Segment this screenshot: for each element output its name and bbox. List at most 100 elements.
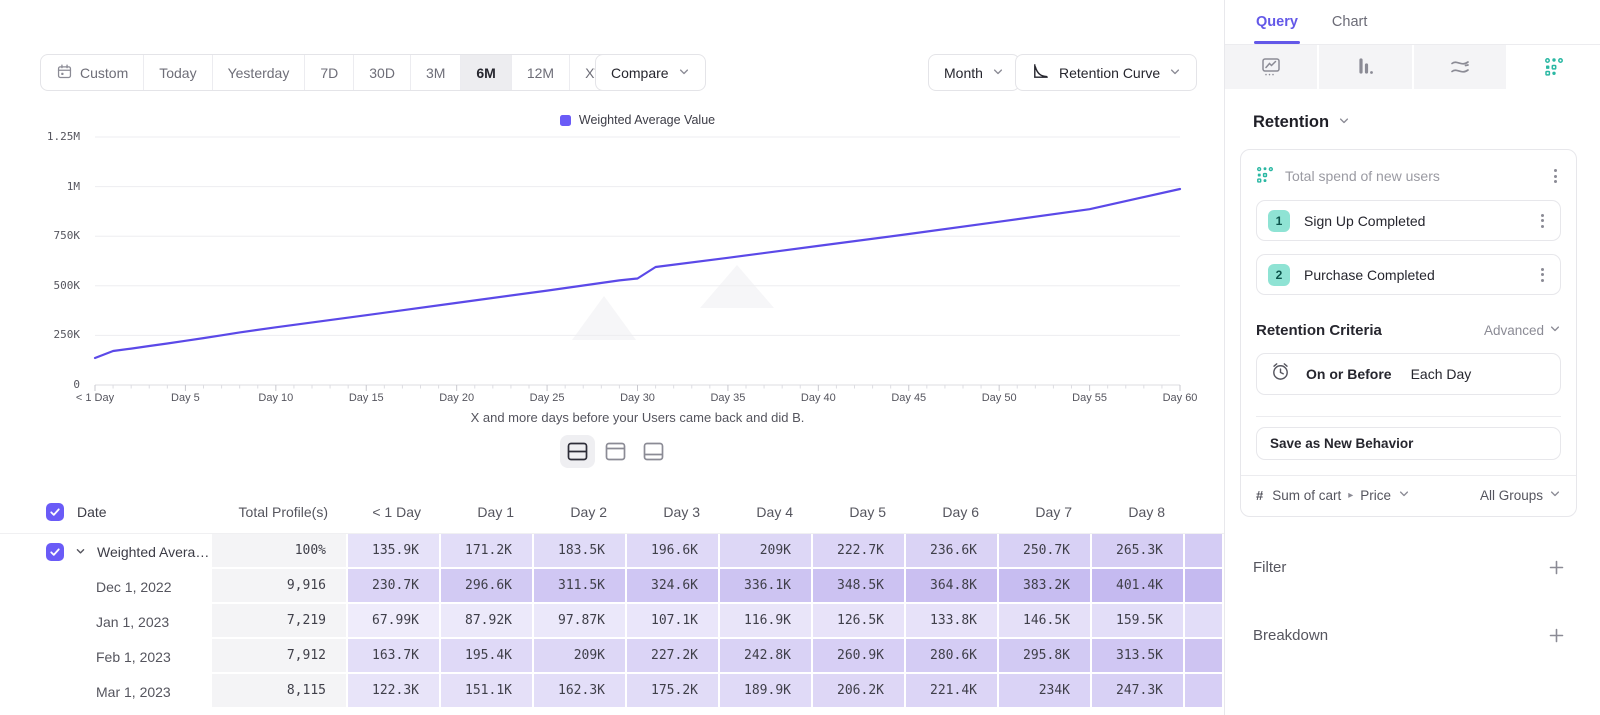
- measure-dropdown[interactable]: Sum of cart ▸ Price: [1272, 488, 1410, 503]
- column-header[interactable]: Day 6: [906, 490, 999, 533]
- retention-value-cell[interactable]: 209K: [534, 639, 627, 674]
- retention-value-cell[interactable]: 195.4K: [441, 639, 534, 674]
- retention-value-cell[interactable]: 67.99K: [348, 604, 441, 639]
- row-label-cell[interactable]: Dec 1, 2022: [0, 569, 212, 604]
- range-3m[interactable]: 3M: [411, 55, 461, 90]
- criteria-mode-dropdown[interactable]: Advanced: [1484, 323, 1561, 338]
- range-6m[interactable]: 6M: [461, 55, 511, 90]
- behavior-step[interactable]: 1Sign Up Completed: [1256, 200, 1561, 241]
- range-yesterday[interactable]: Yesterday: [213, 55, 306, 90]
- chart-view-button[interactable]: Retention Curve: [1015, 54, 1197, 91]
- retention-value-cell[interactable]: 163.7K: [348, 639, 441, 674]
- column-header[interactable]: Day 8: [1092, 490, 1185, 533]
- retention-grid-icon[interactable]: [1508, 45, 1600, 89]
- retention-value-cell[interactable]: 221.4K: [906, 674, 999, 709]
- section-title[interactable]: Retention: [1253, 113, 1577, 132]
- timing-row[interactable]: On or Before Each Day: [1256, 353, 1561, 395]
- column-header[interactable]: Day 4: [720, 490, 813, 533]
- retention-value-cell[interactable]: 189.9K: [720, 674, 813, 709]
- retention-value-cell[interactable]: 247.3K: [1092, 674, 1185, 709]
- tab-query[interactable]: Query: [1256, 14, 1298, 30]
- retention-value-cell[interactable]: 146.5K: [999, 604, 1092, 639]
- column-header[interactable]: Day 1: [441, 490, 534, 533]
- column-header[interactable]: Day 2: [534, 490, 627, 533]
- view-toggle-table[interactable]: [636, 435, 671, 468]
- retention-value-cell[interactable]: 234K: [999, 674, 1092, 709]
- compare-button[interactable]: Compare: [595, 54, 706, 91]
- retention-value-cell[interactable]: 87.92K: [441, 604, 534, 639]
- retention-value-cell[interactable]: 311.5K: [534, 569, 627, 604]
- retention-value-cell[interactable]: 126.5K: [813, 604, 906, 639]
- retention-value-cell[interactable]: 209K: [720, 534, 813, 569]
- range-custom[interactable]: Custom: [41, 55, 144, 90]
- retention-value-cell[interactable]: 122.3K: [348, 674, 441, 709]
- x-tick-label: Day 45: [891, 392, 926, 404]
- retention-value-cell[interactable]: 236.6K: [906, 534, 999, 569]
- retention-value-cell[interactable]: 280.6K: [906, 639, 999, 674]
- column-header[interactable]: < 1 Day: [348, 490, 441, 533]
- bar-chart-icon[interactable]: [1319, 45, 1413, 89]
- retention-value-cell[interactable]: 116.9K: [720, 604, 813, 639]
- retention-value-cell[interactable]: 175.2K: [627, 674, 720, 709]
- retention-value-cell[interactable]: 171.2K: [441, 534, 534, 569]
- retention-value-cell[interactable]: 183.5K: [534, 534, 627, 569]
- retention-value-cell[interactable]: 260.9K: [813, 639, 906, 674]
- row-label-cell[interactable]: Mar 1, 2023: [0, 674, 212, 709]
- retention-value-cell[interactable]: 135.9K: [348, 534, 441, 569]
- flow-icon[interactable]: [1414, 45, 1508, 89]
- kebab-menu-icon[interactable]: [1550, 165, 1561, 187]
- retention-value-cell[interactable]: 401.4K: [1092, 569, 1185, 604]
- retention-value-cell[interactable]: 313.5K: [1092, 639, 1185, 674]
- add-filter-button[interactable]: [1549, 560, 1564, 575]
- column-header[interactable]: Day 5: [813, 490, 906, 533]
- granularity-button[interactable]: Month: [928, 54, 1020, 91]
- row-label-cell[interactable]: Weighted Average ...: [0, 534, 212, 569]
- range-12m[interactable]: 12M: [512, 55, 570, 90]
- retention-value-cell[interactable]: 383.2K: [999, 569, 1092, 604]
- retention-value-cell[interactable]: 227.2K: [627, 639, 720, 674]
- groups-dropdown[interactable]: All Groups: [1480, 488, 1561, 503]
- retention-value-cell[interactable]: 296.6K: [441, 569, 534, 604]
- select-all-checkbox[interactable]: [46, 503, 64, 521]
- view-toggle-chart[interactable]: [598, 435, 633, 468]
- range-today[interactable]: Today: [144, 55, 212, 90]
- retention-value-cell[interactable]: 206.2K: [813, 674, 906, 709]
- retention-value-cell[interactable]: 295.8K: [999, 639, 1092, 674]
- retention-value-cell[interactable]: 348.5K: [813, 569, 906, 604]
- retention-value-cell[interactable]: 222.7K: [813, 534, 906, 569]
- retention-value-cell[interactable]: 324.6K: [627, 569, 720, 604]
- kebab-menu-icon[interactable]: [1537, 210, 1548, 232]
- row-checkbox[interactable]: [46, 543, 64, 561]
- column-header[interactable]: Day 3: [627, 490, 720, 533]
- row-label-cell[interactable]: Jan 1, 2023: [0, 604, 212, 639]
- retention-value-cell[interactable]: 151.1K: [441, 674, 534, 709]
- retention-value-cell[interactable]: 364.8K: [906, 569, 999, 604]
- retention-value-cell[interactable]: 336.1K: [720, 569, 813, 604]
- range-30d[interactable]: 30D: [354, 55, 411, 90]
- column-header-date[interactable]: Date: [0, 490, 212, 533]
- tab-chart[interactable]: Chart: [1332, 14, 1367, 30]
- retention-value-cell[interactable]: 196.6K: [627, 534, 720, 569]
- retention-value-cell[interactable]: 162.3K: [534, 674, 627, 709]
- retention-value-cell[interactable]: 265.3K: [1092, 534, 1185, 569]
- timing-unit[interactable]: Each Day: [1411, 366, 1472, 382]
- retention-value-cell[interactable]: 133.8K: [906, 604, 999, 639]
- row-label-cell[interactable]: Feb 1, 2023: [0, 639, 212, 674]
- save-as-new-behavior-button[interactable]: Save as New Behavior: [1256, 427, 1561, 460]
- behavior-step[interactable]: 2Purchase Completed: [1256, 254, 1561, 295]
- retention-value-cell[interactable]: 230.7K: [348, 569, 441, 604]
- retention-value-cell[interactable]: 159.5K: [1092, 604, 1185, 639]
- retention-value-cell[interactable]: 97.87K: [534, 604, 627, 639]
- timing-condition[interactable]: On or Before: [1306, 366, 1392, 382]
- column-header[interactable]: Total Profile(s): [212, 490, 348, 533]
- column-header[interactable]: Day 7: [999, 490, 1092, 533]
- insights-chart-icon[interactable]: [1225, 45, 1319, 89]
- kebab-menu-icon[interactable]: [1537, 264, 1548, 286]
- range-7d[interactable]: 7D: [305, 55, 354, 90]
- add-breakdown-button[interactable]: [1549, 628, 1564, 643]
- view-toggle-split[interactable]: [560, 435, 595, 468]
- row-expand-chevron-icon[interactable]: [75, 546, 86, 557]
- retention-value-cell[interactable]: 250.7K: [999, 534, 1092, 569]
- retention-value-cell[interactable]: 107.1K: [627, 604, 720, 639]
- retention-value-cell[interactable]: 242.8K: [720, 639, 813, 674]
